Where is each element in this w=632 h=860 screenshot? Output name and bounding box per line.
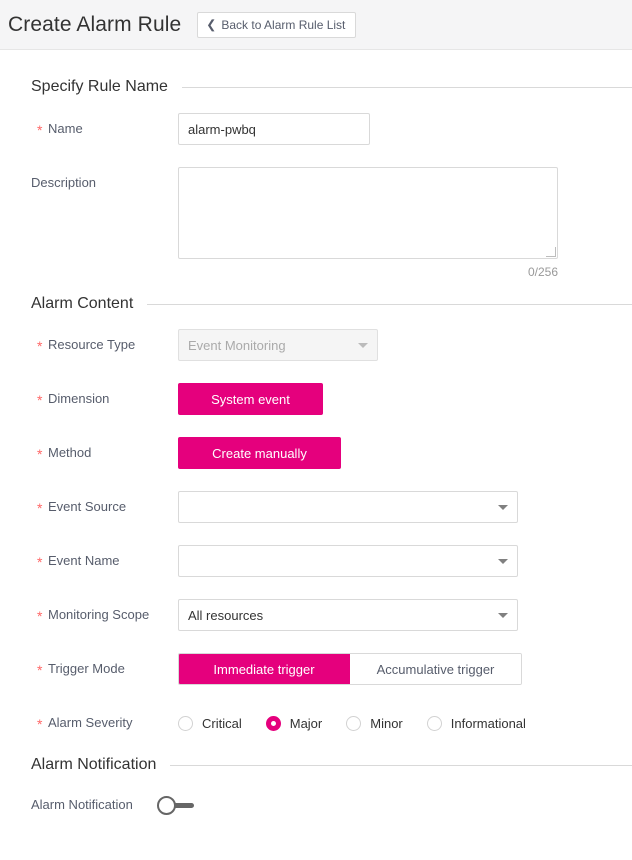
severity-label: Critical [202, 715, 242, 731]
alarm-severity-field-wrap: Critical Major Minor Informational [178, 707, 632, 739]
alarm-severity-radio-group: Critical Major Minor Informational [178, 707, 632, 739]
resource-type-select: Event Monitoring [178, 329, 378, 361]
radio-circle-icon [346, 715, 362, 731]
page-title: Create Alarm Rule [8, 12, 182, 36]
form-row-description: Description 0/256 [0, 167, 632, 279]
severity-radio-minor[interactable]: Minor [346, 715, 403, 731]
back-to-alarm-rule-list-button[interactable]: ❮ Back to Alarm Rule List [197, 11, 357, 38]
page-header: Create Alarm Rule ❮ Back to Alarm Rule L… [0, 0, 632, 50]
form-row-dimension: Dimension System event [0, 383, 632, 416]
chevron-left-icon: ❮ [206, 17, 217, 31]
form-row-event-name: Event Name [0, 545, 632, 578]
form-row-resource-type: Resource Type Event Monitoring [0, 329, 632, 362]
toggle-knob [157, 796, 176, 815]
trigger-mode-option-accumulative[interactable]: Accumulative trigger [350, 654, 521, 684]
radio-circle-icon [426, 715, 442, 731]
method-create-manually-button[interactable]: Create manually [178, 437, 341, 469]
name-input[interactable] [178, 113, 370, 145]
section-title: Alarm Notification [31, 756, 157, 773]
alarm-rule-form: Specify Rule Name Name Description 0/256… [0, 78, 632, 826]
chevron-down-icon [498, 504, 508, 510]
section-divider [147, 303, 632, 305]
severity-label: Informational [450, 715, 526, 731]
alarm-notification-toggle[interactable] [157, 789, 203, 821]
event-name-select[interactable] [178, 545, 518, 577]
section-divider [170, 764, 632, 766]
severity-label: Minor [370, 715, 403, 731]
alarm-severity-label: Alarm Severity [31, 707, 178, 740]
section-header-alarm-content: Alarm Content [0, 295, 632, 313]
section-divider [181, 86, 632, 88]
resource-type-field-wrap: Event Monitoring [178, 329, 632, 361]
event-name-field-wrap [178, 545, 632, 577]
event-source-label: Event Source [31, 491, 178, 524]
method-field-wrap: Create manually [178, 437, 632, 469]
chevron-down-icon [498, 558, 508, 564]
event-source-field-wrap [178, 491, 632, 523]
trigger-mode-label: Trigger Mode [31, 653, 178, 686]
severity-radio-informational[interactable]: Informational [426, 715, 526, 731]
resource-type-value: Event Monitoring [188, 337, 286, 353]
description-char-counter: 0/256 [527, 265, 558, 279]
back-button-label: Back to Alarm Rule List [221, 17, 346, 32]
resource-type-label: Resource Type [31, 329, 178, 362]
form-row-alarm-notification-toggle: Alarm Notification [0, 789, 632, 826]
severity-radio-major[interactable]: Major [265, 715, 323, 731]
section-header-alarm-notification: Alarm Notification [0, 756, 632, 774]
description-label: Description [31, 175, 97, 190]
form-row-event-source: Event Source [0, 491, 632, 524]
form-row-name: Name [0, 113, 632, 146]
section-header-specify-rule-name: Specify Rule Name [0, 78, 632, 96]
chevron-down-icon [498, 612, 508, 618]
chevron-down-icon [358, 342, 368, 348]
monitoring-scope-label: Monitoring Scope [31, 599, 178, 632]
alarm-notification-toggle-label: Alarm Notification [31, 797, 133, 812]
dimension-field-wrap: System event [178, 383, 632, 415]
form-row-trigger-mode: Trigger Mode Immediate trigger Accumulat… [0, 653, 632, 686]
monitoring-scope-field-wrap: All resources [178, 599, 632, 631]
description-textarea[interactable] [178, 167, 558, 259]
monitoring-scope-value: All resources [188, 607, 264, 623]
form-row-method: Method Create manually [0, 437, 632, 470]
monitoring-scope-select[interactable]: All resources [178, 599, 518, 631]
severity-radio-critical[interactable]: Critical [178, 715, 242, 731]
method-label: Method [31, 437, 178, 470]
section-title: Specify Rule Name [31, 78, 168, 95]
alarm-notification-toggle-wrap [157, 789, 632, 826]
description-field-wrap: 0/256 [178, 167, 632, 279]
trigger-mode-field-wrap: Immediate trigger Accumulative trigger [178, 653, 632, 685]
form-row-alarm-severity: Alarm Severity Critical Major Minor Info… [0, 707, 632, 740]
radio-circle-selected-icon [265, 715, 281, 731]
event-source-select[interactable] [178, 491, 518, 523]
form-row-monitoring-scope: Monitoring Scope All resources [0, 599, 632, 632]
name-label: Name [31, 113, 178, 146]
dimension-label: Dimension [31, 383, 178, 416]
section-title: Alarm Content [31, 295, 134, 312]
severity-label: Major [289, 715, 323, 731]
radio-circle-icon [178, 715, 193, 731]
event-name-label: Event Name [31, 545, 178, 578]
dimension-system-event-button[interactable]: System event [178, 383, 323, 415]
name-field-wrap [178, 113, 632, 145]
trigger-mode-option-immediate[interactable]: Immediate trigger [179, 654, 350, 684]
trigger-mode-segmented-control: Immediate trigger Accumulative trigger [178, 653, 522, 685]
